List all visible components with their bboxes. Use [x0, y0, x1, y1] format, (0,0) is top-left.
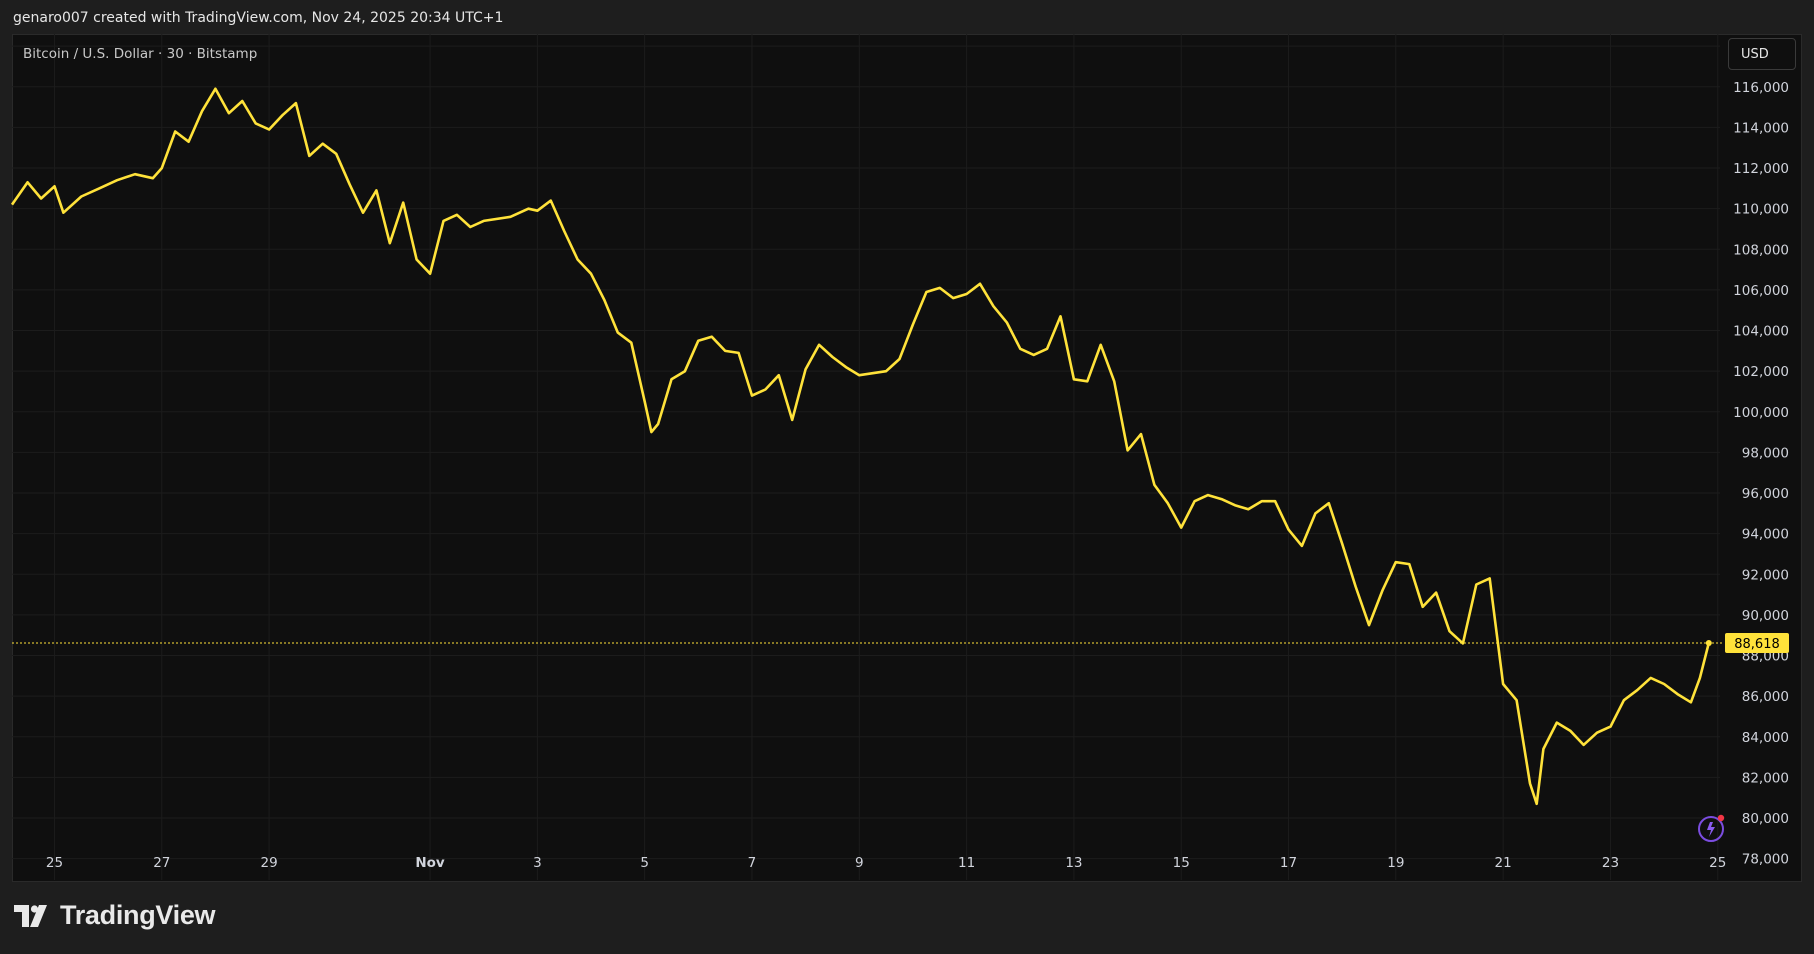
x-tick-label: 25 — [46, 855, 63, 871]
tradingview-logo: TradingView — [14, 900, 216, 931]
sparkle-icon[interactable] — [1694, 812, 1728, 846]
y-tick-label: 108,000 — [1733, 242, 1789, 258]
chart-grid — [12, 34, 1720, 880]
x-tick-label: 15 — [1173, 855, 1190, 871]
x-tick-label: 23 — [1602, 855, 1619, 871]
x-tick-label: 17 — [1280, 855, 1297, 871]
x-tick-label: 19 — [1387, 855, 1404, 871]
currency-label: USD — [1741, 46, 1769, 62]
currency-selector-button[interactable]: USD — [1728, 38, 1796, 70]
y-tick-label: 98,000 — [1742, 445, 1789, 461]
y-tick-label: 104,000 — [1733, 324, 1789, 340]
y-tick-label: 84,000 — [1742, 730, 1789, 746]
y-tick-label: 106,000 — [1733, 283, 1789, 299]
y-tick-label: 116,000 — [1733, 80, 1789, 96]
x-tick-label: 25 — [1709, 855, 1726, 871]
y-tick-label: 96,000 — [1742, 486, 1789, 502]
y-tick-label: 82,000 — [1742, 770, 1789, 786]
y-tick-label: 92,000 — [1742, 567, 1789, 583]
tradingview-logo-icon — [14, 904, 47, 927]
x-tick-label: 3 — [533, 855, 542, 871]
y-tick-label: 78,000 — [1742, 852, 1789, 868]
y-tick-label: 112,000 — [1733, 161, 1789, 177]
price-chart[interactable]: 78,00080,00082,00084,00086,00088,00090,0… — [0, 0, 1814, 954]
symbol-title: Bitcoin / U.S. Dollar · 30 · Bitstamp — [23, 46, 258, 62]
x-tick-label: 27 — [153, 855, 170, 871]
last-price-tag-label: 88,618 — [1734, 637, 1780, 652]
x-tick-label: 9 — [855, 855, 864, 871]
x-tick-label: 7 — [748, 855, 757, 871]
y-tick-label: 90,000 — [1742, 608, 1789, 624]
price-axis: 78,00080,00082,00084,00086,00088,00090,0… — [1733, 39, 1789, 867]
brand-name: TradingView — [60, 900, 216, 930]
y-tick-label: 114,000 — [1733, 120, 1789, 136]
y-tick-label: 80,000 — [1742, 811, 1789, 827]
time-axis: 25 27 29 Nov 3 5 7 9 11 13 15 17 19 21 23 25 — [46, 855, 1726, 871]
y-tick-label: 94,000 — [1742, 527, 1789, 543]
last-price-tag: 88,618 — [1725, 632, 1789, 653]
y-tick-label: 86,000 — [1742, 689, 1789, 705]
x-tick-label: 29 — [261, 855, 278, 871]
y-tick-label: 100,000 — [1733, 405, 1789, 421]
x-tick-label: 13 — [1065, 855, 1082, 871]
x-tick-label: 11 — [958, 855, 975, 871]
x-tick-label: Nov — [415, 855, 445, 871]
x-tick-label: 21 — [1495, 855, 1512, 871]
y-tick-label: 102,000 — [1733, 364, 1789, 380]
y-tick-label: 110,000 — [1733, 202, 1789, 218]
last-price-point — [1705, 639, 1712, 646]
x-tick-label: 5 — [640, 855, 649, 871]
